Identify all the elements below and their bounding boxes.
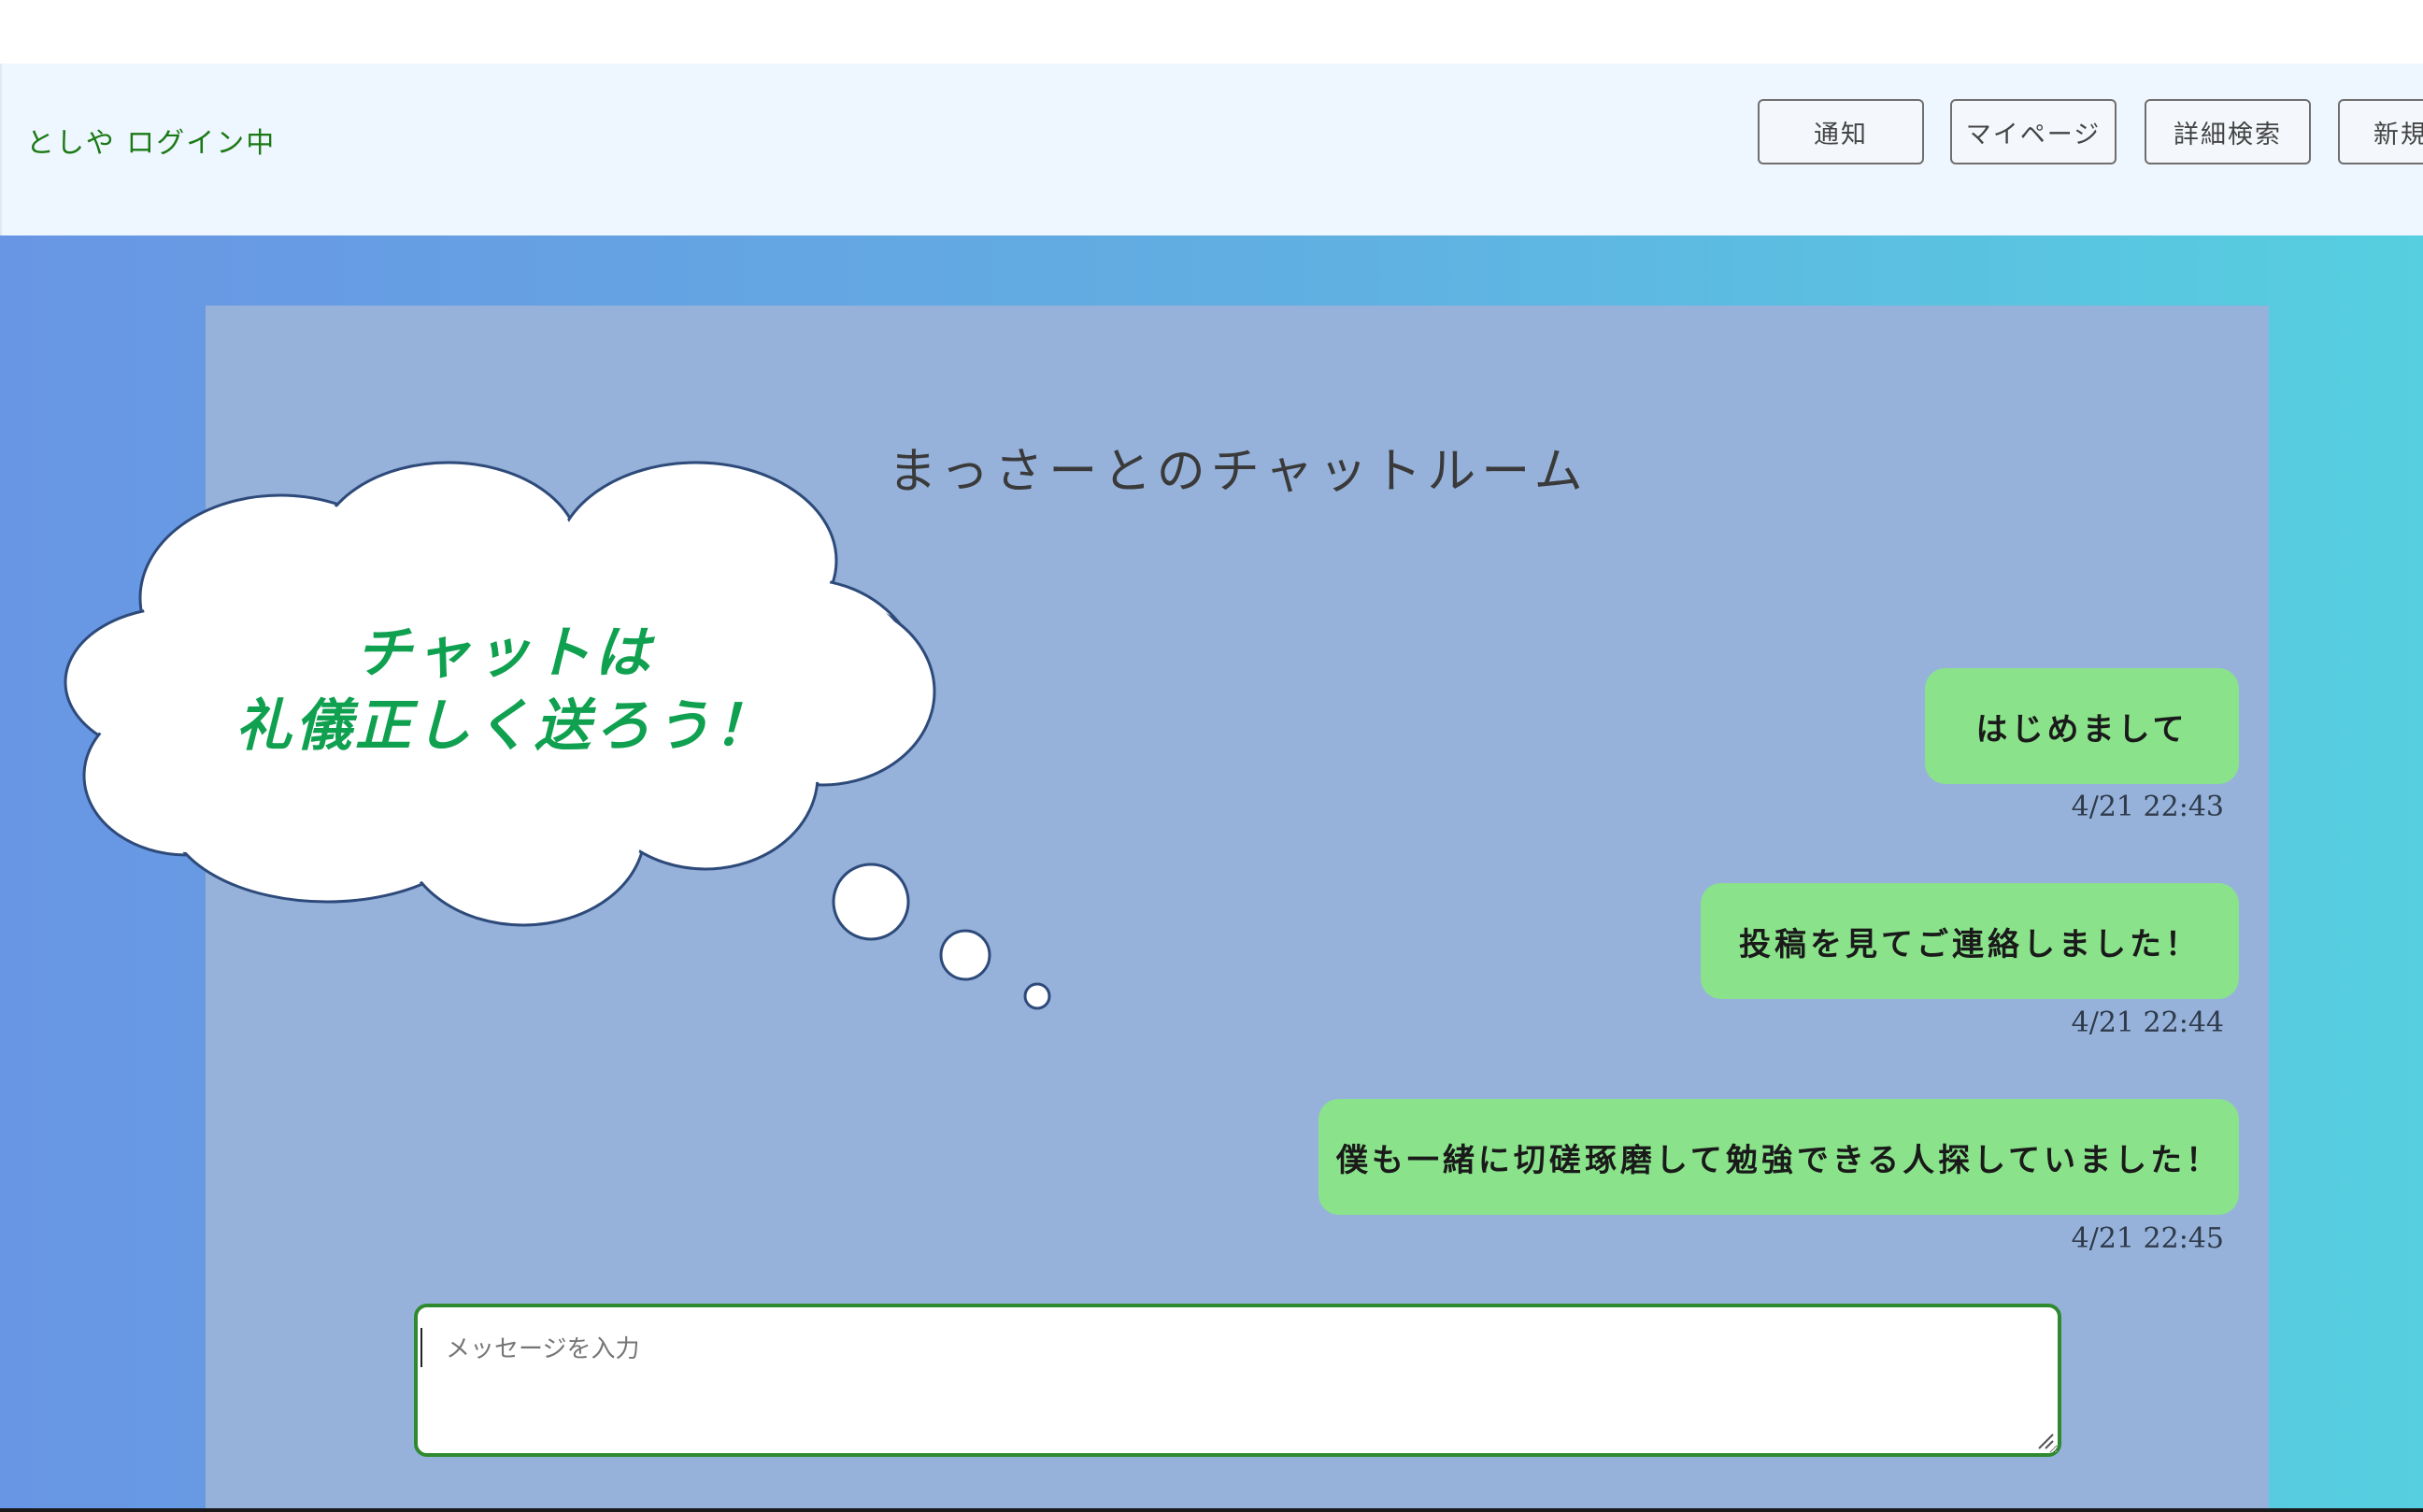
message-timestamp: 4/21 22:45 [2071, 1222, 2224, 1255]
callout-text: チャットは 礼儀正しく送ろう！ [159, 617, 850, 763]
mypage-button[interactable]: マイページ [1950, 99, 2117, 164]
message-timestamp: 4/21 22:43 [2071, 791, 2224, 823]
login-status: としや ログイン中 [26, 127, 277, 160]
notifications-button[interactable]: 通知 [1758, 99, 1924, 164]
chat-room-title: まっさーとのチャットルーム [888, 444, 1589, 500]
message-timestamp: 4/21 22:44 [2071, 1006, 2224, 1039]
message-input[interactable] [414, 1304, 2061, 1457]
new-post-button[interactable]: 新規 [2338, 99, 2423, 164]
message-bubble: 僕も一緒に切磋琢磨して勉強できる人探していました！ [1318, 1099, 2239, 1215]
callout-line-2: 礼儀正しく送ろう！ [235, 693, 774, 759]
bottom-border [0, 1508, 2423, 1512]
message-bubble: 投稿を見てご連絡しました！ [1701, 883, 2239, 999]
callout-line-1: チャットは [355, 620, 654, 686]
resize-handle-icon[interactable] [2037, 1433, 2054, 1449]
text-caret [420, 1328, 422, 1367]
advanced-search-button[interactable]: 詳細検索 [2145, 99, 2311, 164]
message-bubble: はじめまして [1925, 668, 2239, 784]
